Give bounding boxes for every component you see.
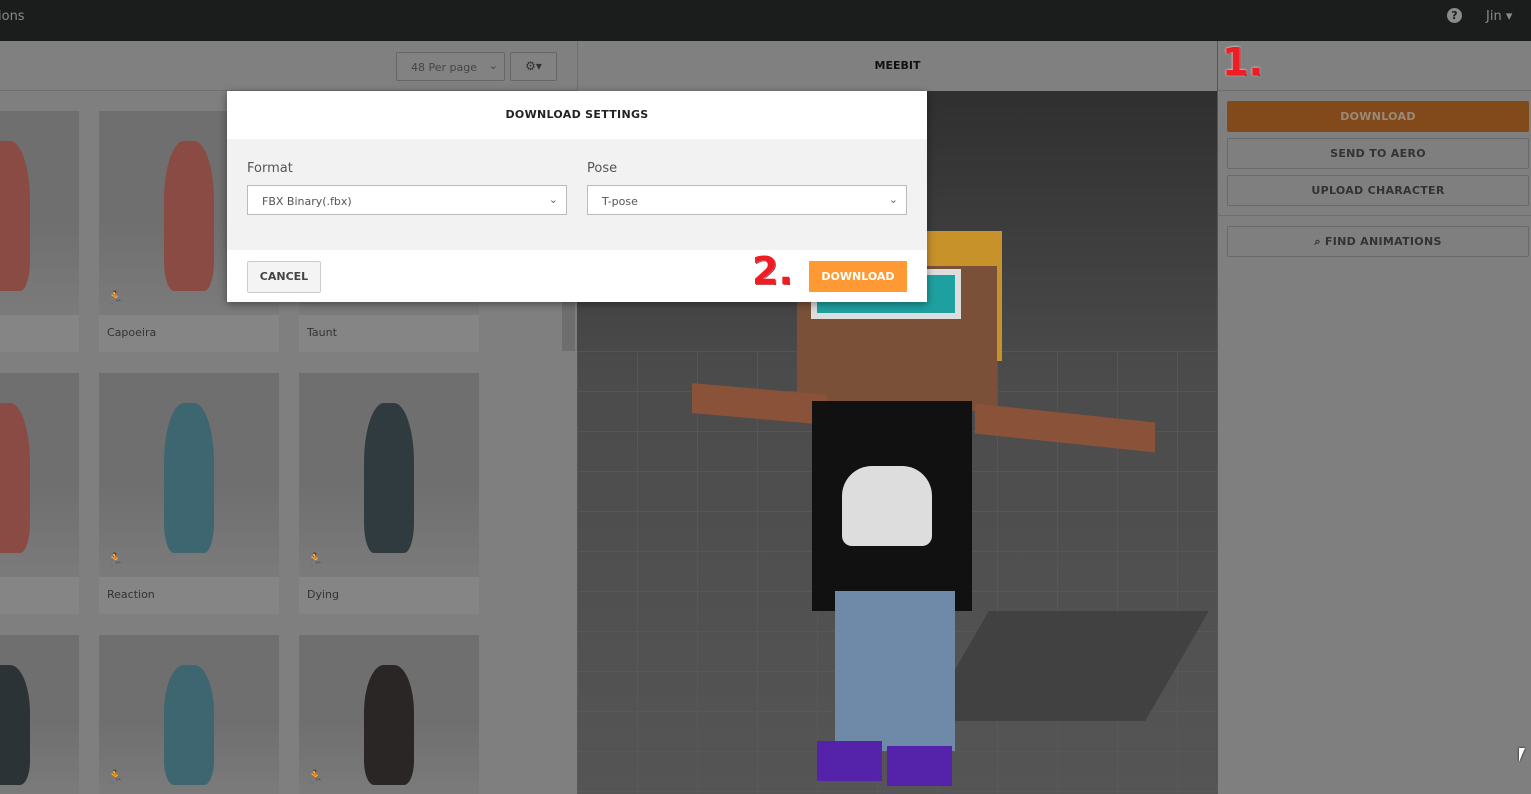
mouse-cursor	[1519, 748, 1525, 762]
animation-thumbnail	[0, 635, 79, 794]
running-man-icon: 🏃	[307, 770, 324, 785]
animation-card[interactable]	[0, 635, 79, 794]
animation-name: Taunt	[307, 326, 337, 339]
find-animations-button[interactable]: ⌕ FIND ANIMATIONS	[1227, 226, 1529, 257]
pose-value: T-pose	[602, 195, 638, 208]
character-figure	[0, 141, 30, 291]
top-navbar: ions ? Jin ▾	[0, 0, 1531, 41]
browser-toolbar: 48 Per page ⌄ ⚙▾	[0, 41, 577, 91]
format-select[interactable]: FBX Binary(.fbx) ⌄	[247, 185, 567, 215]
animation-card[interactable]: 🏃	[299, 635, 479, 794]
running-man-icon: 🏃	[107, 291, 124, 306]
viewer-title: MEEBIT	[577, 41, 1217, 91]
format-value: FBX Binary(.fbx)	[262, 195, 352, 208]
download-settings-dialog: DOWNLOAD SETTINGS Format FBX Binary(.fbx…	[227, 91, 927, 302]
character-figure	[164, 403, 214, 553]
dialog-body: Format FBX Binary(.fbx) ⌄ Pose T-pose ⌄	[227, 139, 927, 250]
actions-header	[1218, 41, 1531, 91]
gear-icon: ⚙▾	[525, 59, 542, 73]
running-man-icon: 🏃	[107, 553, 124, 568]
user-menu[interactable]: Jin ▾	[1486, 9, 1512, 24]
nav-link-animations[interactable]: ions	[0, 9, 25, 24]
animation-card[interactable]	[0, 373, 79, 614]
find-animations-label: FIND ANIMATIONS	[1324, 235, 1442, 248]
animation-thumbnail	[99, 373, 279, 577]
per-page-select[interactable]: 48 Per page ⌄	[396, 52, 505, 81]
character-figure	[164, 665, 214, 785]
animation-name: Capoeira	[107, 326, 157, 339]
running-man-icon: 🏃	[307, 553, 324, 568]
actions-panel: DOWNLOAD SEND TO AERO UPLOAD CHARACTER ⌕…	[1217, 41, 1531, 794]
per-page-value: 48 Per page	[411, 61, 477, 74]
animation-card[interactable]: 🏃	[99, 635, 279, 794]
pose-select[interactable]: T-pose ⌄	[587, 185, 907, 215]
help-icon[interactable]: ?	[1447, 8, 1462, 23]
animation-thumbnail	[99, 635, 279, 794]
pose-label: Pose	[587, 161, 618, 176]
format-label: Format	[247, 161, 293, 176]
animation-name: Dying	[307, 588, 339, 601]
character-figure	[0, 665, 30, 785]
animation-thumbnail	[299, 373, 479, 577]
step-2-annotation: 2.	[752, 249, 793, 293]
download-button[interactable]: DOWNLOAD	[1227, 101, 1529, 132]
character-figure	[364, 403, 414, 553]
character-figure	[0, 403, 30, 553]
chevron-down-icon: ⌄	[488, 59, 498, 72]
upload-character-button[interactable]: UPLOAD CHARACTER	[1227, 175, 1529, 206]
animation-card[interactable]	[0, 111, 79, 352]
chevron-down-icon: ⌄	[548, 193, 558, 206]
dialog-download-button[interactable]: DOWNLOAD	[809, 261, 907, 292]
divider	[1218, 215, 1531, 216]
search-icon: ⌕	[1314, 235, 1325, 248]
dialog-title: DOWNLOAD SETTINGS	[505, 108, 649, 121]
animation-thumbnail	[0, 373, 79, 577]
animation-thumbnail	[0, 111, 79, 315]
chevron-down-icon: ⌄	[888, 193, 898, 206]
animation-card[interactable]: 🏃 Dying	[299, 373, 479, 614]
animation-name: Reaction	[107, 588, 155, 601]
settings-dropdown-button[interactable]: ⚙▾	[510, 52, 557, 81]
animation-thumbnail	[299, 635, 479, 794]
send-to-aero-button[interactable]: SEND TO AERO	[1227, 138, 1529, 169]
character-figure	[364, 665, 414, 785]
animation-card[interactable]: 🏃 Reaction	[99, 373, 279, 614]
running-man-icon: 🏃	[107, 770, 124, 785]
cancel-button[interactable]: CANCEL	[247, 261, 321, 293]
step-1-annotation: 1.	[1222, 40, 1263, 84]
character-figure	[164, 141, 214, 291]
